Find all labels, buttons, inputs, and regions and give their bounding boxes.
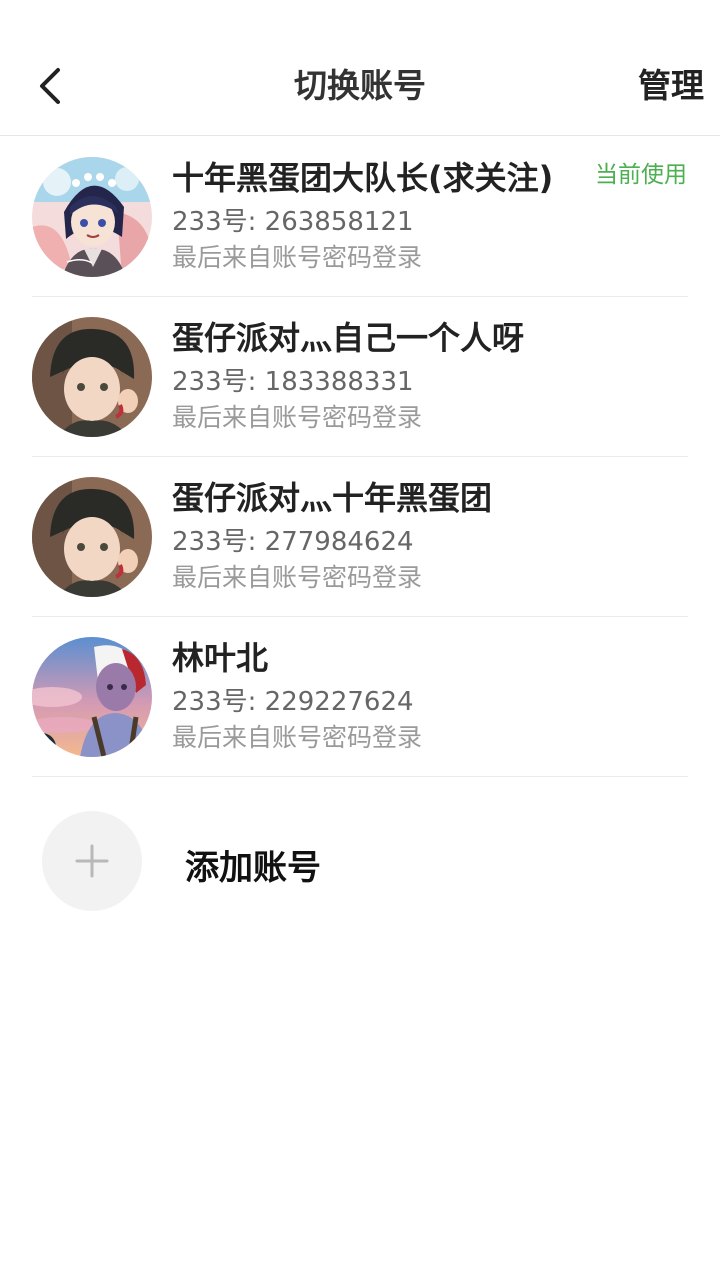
account-login-method: 最后来自账号密码登录: [172, 723, 423, 752]
account-id: 233号: 183388331: [172, 367, 414, 397]
manage-button[interactable]: 管理: [638, 64, 704, 108]
plus-icon: [75, 844, 109, 878]
avatar: [32, 477, 152, 597]
account-login-method: 最后来自账号密码登录: [172, 563, 423, 592]
account-list: 十年黑蛋团大队长(求关注) 233号: 263858121 最后来自账号密码登录…: [0, 137, 720, 777]
top-bar: 切换账号 管理: [0, 0, 720, 136]
current-account-badge: 当前使用: [595, 162, 687, 188]
account-name: 蛋仔派对灬自己一个人呀: [172, 319, 525, 357]
add-account-button[interactable]: 添加账号: [0, 800, 720, 920]
account-id: 233号: 229227624: [172, 687, 414, 717]
account-name: 蛋仔派对灬十年黑蛋团: [172, 479, 493, 517]
account-login-method: 最后来自账号密码登录: [172, 403, 423, 432]
account-id: 233号: 263858121: [172, 207, 414, 237]
add-account-circle[interactable]: [42, 811, 142, 911]
divider: [32, 776, 688, 777]
account-item[interactable]: 蛋仔派对灬自己一个人呀 233号: 183388331 最后来自账号密码登录: [0, 297, 720, 457]
account-name: 十年黑蛋团大队长(求关注): [172, 159, 554, 197]
avatar: [32, 317, 152, 437]
add-account-label[interactable]: 添加账号: [185, 846, 321, 890]
account-item[interactable]: 蛋仔派对灬十年黑蛋团 233号: 277984624 最后来自账号密码登录: [0, 457, 720, 617]
account-id: 233号: 277984624: [172, 527, 414, 557]
avatar: [32, 157, 152, 277]
account-login-method: 最后来自账号密码登录: [172, 243, 423, 272]
account-name: 林叶北: [172, 639, 269, 677]
avatar: [32, 637, 152, 757]
account-item[interactable]: 十年黑蛋团大队长(求关注) 233号: 263858121 最后来自账号密码登录…: [0, 137, 720, 297]
page-title: 切换账号: [294, 66, 426, 105]
account-item[interactable]: 林叶北 233号: 229227624 最后来自账号密码登录: [0, 617, 720, 777]
